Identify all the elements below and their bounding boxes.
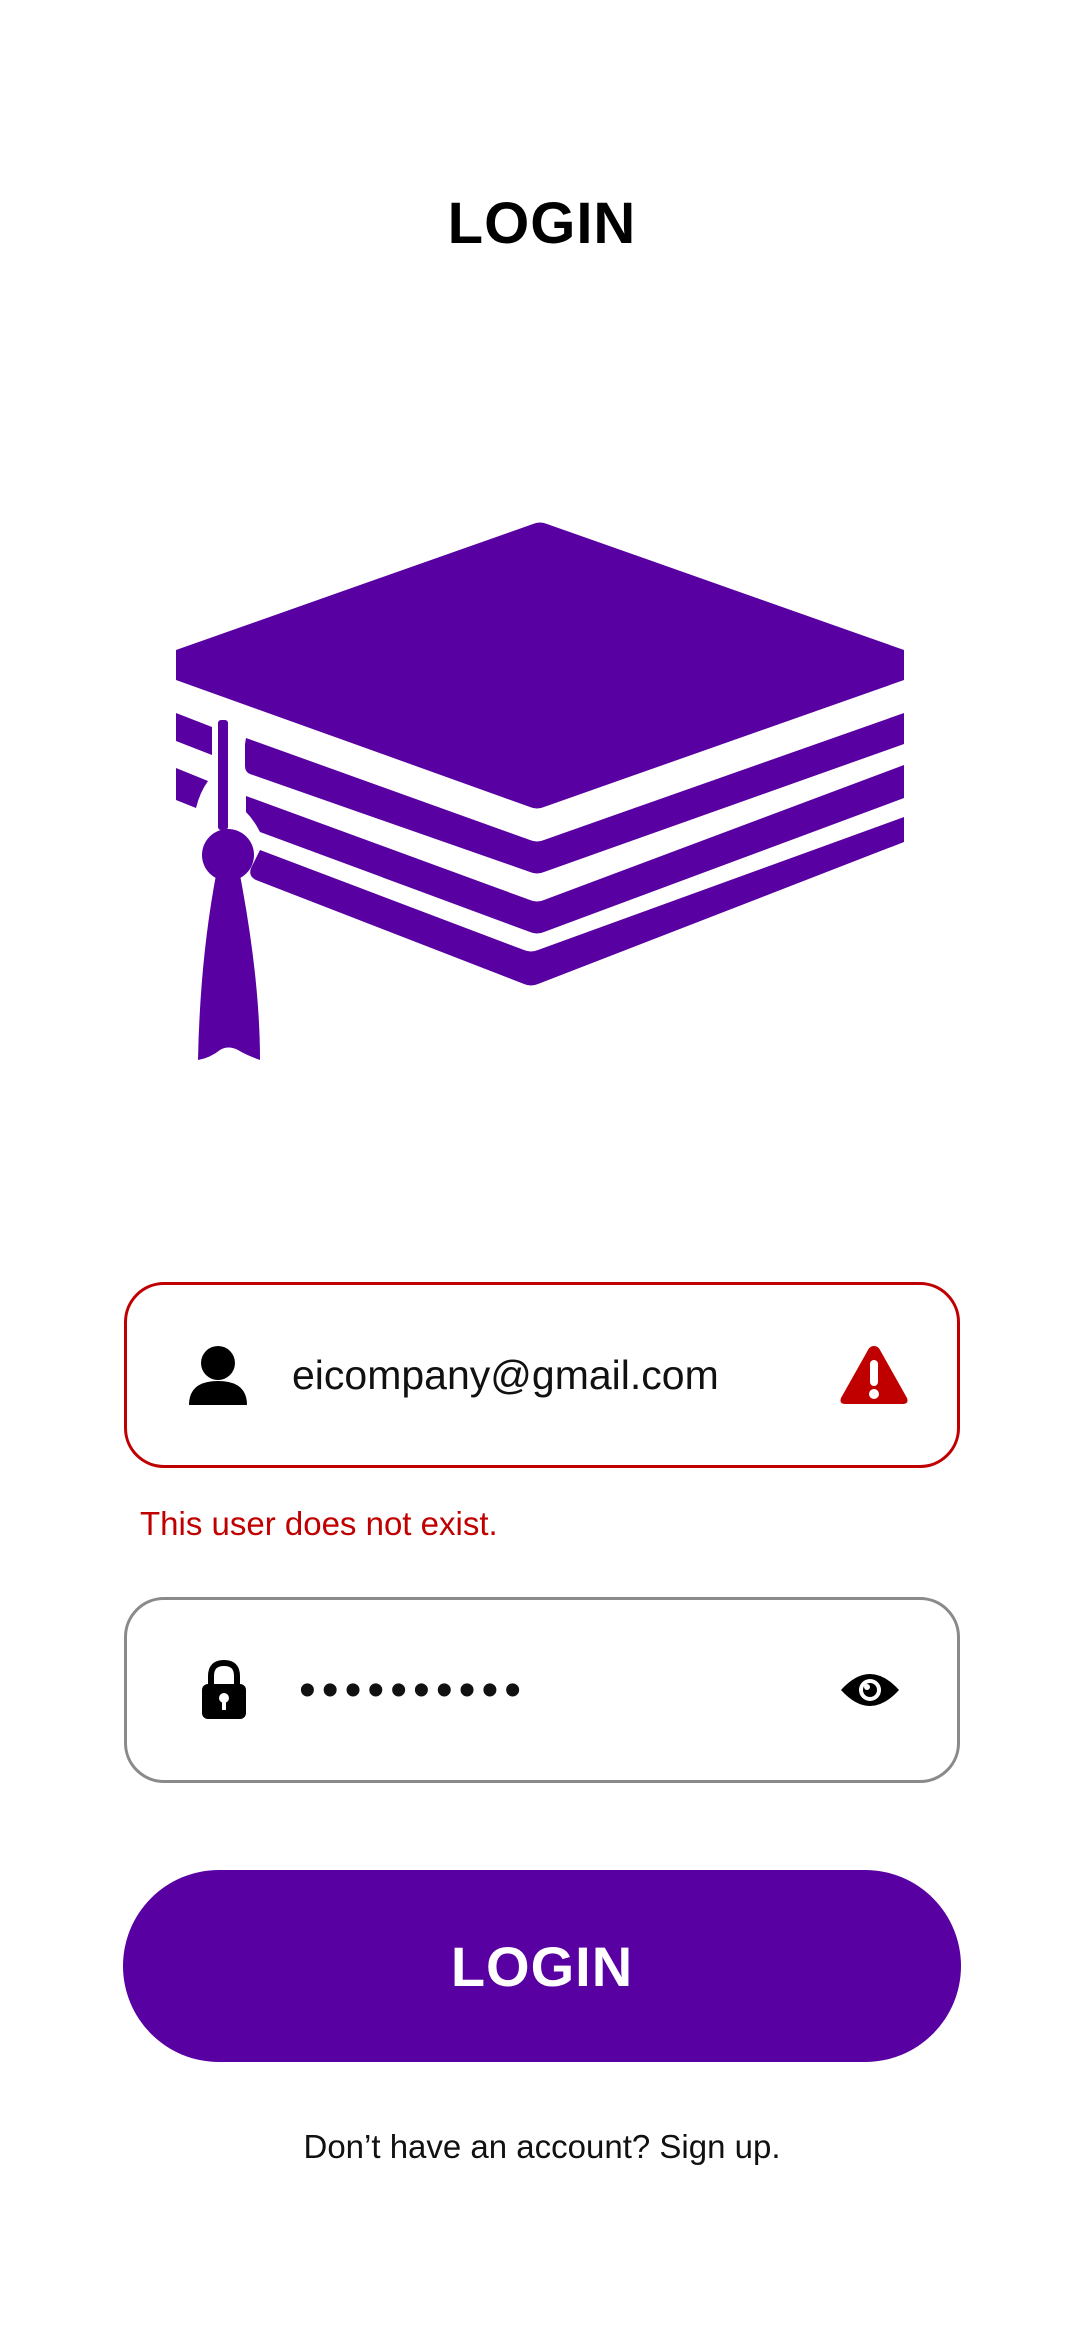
email-error-message: This user does not exist.	[140, 1505, 498, 1542]
graduation-cap-icon	[176, 522, 904, 1060]
page-title: LOGIN	[447, 191, 637, 256]
lock-icon	[202, 1660, 246, 1719]
eye-icon[interactable]	[839, 1670, 901, 1710]
email-input[interactable]	[292, 1285, 812, 1465]
password-input[interactable]	[299, 1600, 819, 1780]
signup-link[interactable]: Don’t have an account? Sign up.	[0, 2128, 1084, 2166]
warning-icon	[840, 1346, 908, 1404]
user-icon	[189, 1346, 247, 1405]
login-button[interactable]: LOGIN	[123, 1870, 961, 2062]
email-field[interactable]	[124, 1282, 960, 1468]
password-field[interactable]	[124, 1597, 960, 1783]
